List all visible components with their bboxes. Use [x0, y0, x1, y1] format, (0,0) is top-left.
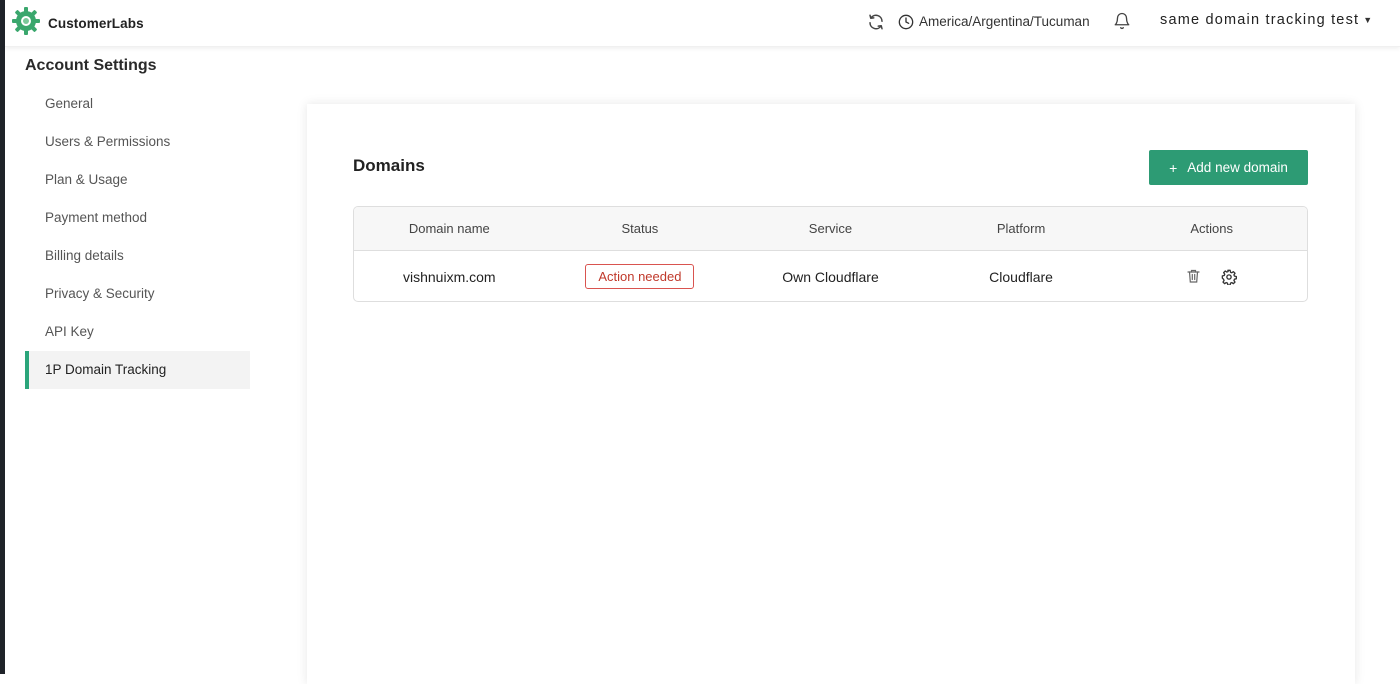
settings-sidebar: Account Settings General Users & Permiss… [5, 47, 275, 674]
gear-logo-icon [11, 6, 41, 41]
page-title: Domains [353, 156, 425, 175]
column-header-domain: Domain name [408, 221, 490, 236]
timezone-label[interactable]: America/Argentina/Tucuman [919, 14, 1090, 29]
account-name: same domain tracking test [1160, 12, 1360, 28]
actions-cell [1116, 269, 1307, 285]
sidebar-nav: General Users & Permissions Plan & Usage… [25, 85, 250, 389]
column-header-service: Service [808, 221, 853, 236]
refresh-icon[interactable] [867, 13, 885, 31]
column-header-actions: Actions [1190, 221, 1233, 236]
table-row: vishnuixm.com Action needed Own Cloudfla… [354, 251, 1307, 301]
sidebar-item-privacy-security[interactable]: Privacy & Security [25, 275, 250, 313]
sidebar-item-payment-method[interactable]: Payment method [25, 199, 250, 237]
account-switcher[interactable]: same domain tracking test ▼ [1160, 12, 1373, 28]
column-header-status: Status [621, 221, 659, 236]
plus-icon: + [1169, 159, 1178, 176]
table-header: Domain name Status Service Platform Acti… [354, 207, 1307, 251]
top-header: CustomerLabs America/Argentina/Tucuman s… [5, 0, 1400, 47]
clock-icon [898, 14, 914, 30]
domains-table: Domain name Status Service Platform Acti… [353, 206, 1308, 302]
sidebar-item-1p-domain-tracking[interactable]: 1P Domain Tracking [25, 351, 250, 389]
sidebar-item-general[interactable]: General [25, 85, 250, 123]
add-domain-button[interactable]: + Add new domain [1149, 150, 1308, 185]
caret-down-icon: ▼ [1363, 15, 1374, 25]
bell-icon[interactable] [1113, 12, 1131, 30]
logo[interactable]: CustomerLabs [11, 6, 144, 41]
add-domain-label: Add new domain [1187, 160, 1288, 175]
sidebar-item-plan-usage[interactable]: Plan & Usage [25, 161, 250, 199]
sidebar-item-billing-details[interactable]: Billing details [25, 237, 250, 275]
gear-icon[interactable] [1221, 269, 1237, 285]
sidebar-item-users-permissions[interactable]: Users & Permissions [25, 123, 250, 161]
status-badge[interactable]: Action needed [585, 264, 695, 289]
platform-cell: Cloudflare [989, 268, 1053, 285]
service-cell: Own Cloudflare [782, 268, 879, 285]
brand-name: CustomerLabs [48, 16, 144, 31]
status-cell: Action needed [545, 264, 736, 289]
domains-card: Domains + Add new domain Domain name Sta… [307, 104, 1355, 684]
sidebar-title: Account Settings [25, 57, 157, 74]
sidebar-item-api-key[interactable]: API Key [25, 313, 250, 351]
domain-cell: vishnuixm.com [403, 268, 496, 285]
trash-icon[interactable] [1187, 269, 1203, 285]
column-header-platform: Platform [996, 221, 1046, 236]
